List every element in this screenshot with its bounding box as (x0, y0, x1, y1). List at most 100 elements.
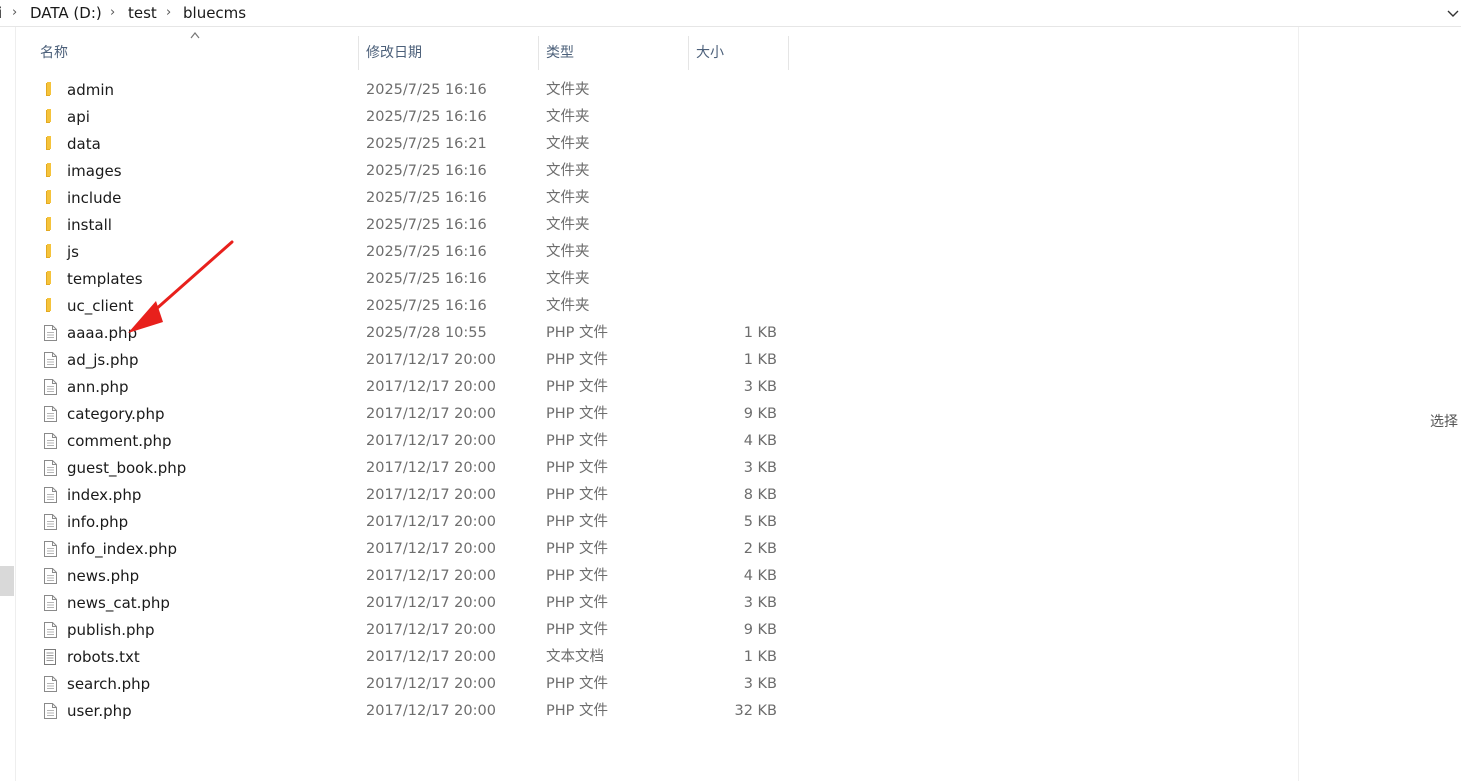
file-modified-date: 2017/12/17 20:00 (366, 676, 496, 692)
file-size: 9 KB (743, 622, 777, 638)
file-row[interactable]: search.php 2017/12/17 20:00 PHP 文件 3 KB (39, 671, 799, 698)
file-row[interactable]: install 2025/7/25 16:16 文件夹 (39, 212, 799, 239)
file-name: index.php (67, 486, 142, 504)
file-name: ann.php (67, 378, 129, 396)
file-modified-date: 2025/7/25 16:16 (366, 190, 487, 206)
file-name: publish.php (67, 621, 155, 639)
php-file-icon (41, 378, 59, 396)
file-row[interactable]: images 2025/7/25 16:16 文件夹 (39, 158, 799, 185)
column-header-type[interactable]: 类型 (546, 41, 574, 69)
file-size: 3 KB (743, 379, 777, 395)
file-row[interactable]: templates 2025/7/25 16:16 文件夹 (39, 266, 799, 293)
file-size: 5 KB (743, 514, 777, 530)
file-row[interactable]: api 2025/7/25 16:16 文件夹 (39, 104, 799, 131)
file-row[interactable]: info_index.php 2017/12/17 20:00 PHP 文件 2 KB (39, 536, 799, 563)
file-name: aaaa.php (67, 324, 138, 342)
file-row[interactable]: js 2025/7/25 16:16 文件夹 (39, 239, 799, 266)
column-header-name[interactable]: 名称 (40, 41, 68, 69)
file-modified-date: 2025/7/25 16:16 (366, 163, 487, 179)
php-file-icon (41, 513, 59, 531)
column-divider[interactable] (688, 36, 689, 70)
file-modified-date: 2025/7/25 16:16 (366, 298, 487, 314)
file-name: images (67, 162, 122, 180)
breadcrumb-item-bluecms[interactable]: bluecms (183, 3, 246, 23)
file-size: 32 KB (734, 703, 777, 719)
file-name: include (67, 189, 122, 207)
file-row[interactable]: ad_js.php 2017/12/17 20:00 PHP 文件 1 KB (39, 347, 799, 374)
file-name: news.php (67, 567, 140, 585)
file-row[interactable]: publish.php 2017/12/17 20:00 PHP 文件 9 KB (39, 617, 799, 644)
file-row[interactable]: uc_client 2025/7/25 16:16 文件夹 (39, 293, 799, 320)
file-row[interactable]: ann.php 2017/12/17 20:00 PHP 文件 3 KB (39, 374, 799, 401)
file-type: 文件夹 (546, 298, 590, 314)
file-row[interactable]: info.php 2017/12/17 20:00 PHP 文件 5 KB (39, 509, 799, 536)
navigation-pane-scrollbar[interactable] (0, 566, 14, 596)
file-modified-date: 2025/7/25 16:16 (366, 244, 487, 260)
file-name: search.php (67, 675, 151, 693)
details-pane-divider[interactable] (1298, 27, 1299, 781)
column-header-size[interactable]: 大小 (696, 41, 724, 69)
file-type: PHP 文件 (546, 703, 609, 719)
folder-icon (41, 297, 59, 315)
column-divider[interactable] (358, 36, 359, 70)
file-row[interactable]: robots.txt 2017/12/17 20:00 文本文档 1 KB (39, 644, 799, 671)
file-modified-date: 2025/7/28 10:55 (366, 325, 487, 341)
file-modified-date: 2025/7/25 16:16 (366, 217, 487, 233)
file-size: 9 KB (743, 406, 777, 422)
file-row[interactable]: admin 2025/7/25 16:16 文件夹 (39, 77, 799, 104)
file-type: 文件夹 (546, 109, 590, 125)
file-row[interactable]: news_cat.php 2017/12/17 20:00 PHP 文件 3 KB (39, 590, 799, 617)
file-type: PHP 文件 (546, 352, 609, 368)
file-type: PHP 文件 (546, 622, 609, 638)
file-modified-date: 2017/12/17 20:00 (366, 514, 496, 530)
file-row[interactable]: index.php 2017/12/17 20:00 PHP 文件 8 KB (39, 482, 799, 509)
file-modified-date: 2025/7/25 16:16 (366, 271, 487, 287)
file-modified-date: 2017/12/17 20:00 (366, 433, 496, 449)
file-modified-date: 2017/12/17 20:00 (366, 595, 496, 611)
file-type: 文本文档 (546, 649, 604, 665)
chevron-down-icon[interactable] (1444, 4, 1461, 22)
file-row[interactable]: include 2025/7/25 16:16 文件夹 (39, 185, 799, 212)
file-list-view: 名称 修改日期 类型 大小 admin 2025/7/25 16:16 文件夹 ap… (17, 27, 1299, 781)
file-type: PHP 文件 (546, 568, 609, 584)
file-name: guest_book.php (67, 459, 187, 477)
file-row[interactable]: user.php 2017/12/17 20:00 PHP 文件 32 KB (39, 698, 799, 725)
file-modified-date: 2017/12/17 20:00 (366, 406, 496, 422)
file-type: PHP 文件 (546, 379, 609, 395)
file-modified-date: 2017/12/17 20:00 (366, 703, 496, 719)
file-type: PHP 文件 (546, 460, 609, 476)
file-size: 1 KB (743, 649, 777, 665)
file-modified-date: 2025/7/25 16:21 (366, 136, 487, 152)
breadcrumb-item-test[interactable]: test (128, 3, 157, 23)
file-row[interactable]: guest_book.php 2017/12/17 20:00 PHP 文件 3 KB (39, 455, 799, 482)
file-type: 文件夹 (546, 190, 590, 206)
file-modified-date: 2025/7/25 16:16 (366, 109, 487, 125)
details-pane-hint: 选择 (1430, 414, 1458, 430)
breadcrumb-item-drive[interactable]: DATA (D:) (30, 3, 102, 23)
folder-icon (41, 189, 59, 207)
file-name: ad_js.php (67, 351, 139, 369)
breadcrumb-separator: › (110, 5, 116, 20)
file-size: 1 KB (743, 325, 777, 341)
php-file-icon (41, 351, 59, 369)
address-bar[interactable]: i › DATA (D:) › test › bluecms (0, 0, 1461, 27)
column-divider[interactable] (538, 36, 539, 70)
file-size: 4 KB (743, 433, 777, 449)
file-modified-date: 2017/12/17 20:00 (366, 487, 496, 503)
file-name: api (67, 108, 90, 126)
file-row[interactable]: comment.php 2017/12/17 20:00 PHP 文件 4 KB (39, 428, 799, 455)
file-name: info_index.php (67, 540, 177, 558)
file-row[interactable]: aaaa.php 2025/7/28 10:55 PHP 文件 1 KB (39, 320, 799, 347)
breadcrumb-item-root[interactable]: i (0, 3, 2, 23)
file-row[interactable]: news.php 2017/12/17 20:00 PHP 文件 4 KB (39, 563, 799, 590)
column-header-date[interactable]: 修改日期 (366, 41, 422, 69)
file-type: 文件夹 (546, 136, 590, 152)
column-divider[interactable] (788, 36, 789, 70)
file-row[interactable]: data 2025/7/25 16:21 文件夹 (39, 131, 799, 158)
file-size: 3 KB (743, 595, 777, 611)
php-file-icon (41, 621, 59, 639)
folder-icon (41, 216, 59, 234)
file-name: templates (67, 270, 143, 288)
php-file-icon (41, 486, 59, 504)
file-row[interactable]: category.php 2017/12/17 20:00 PHP 文件 9 KB (39, 401, 799, 428)
